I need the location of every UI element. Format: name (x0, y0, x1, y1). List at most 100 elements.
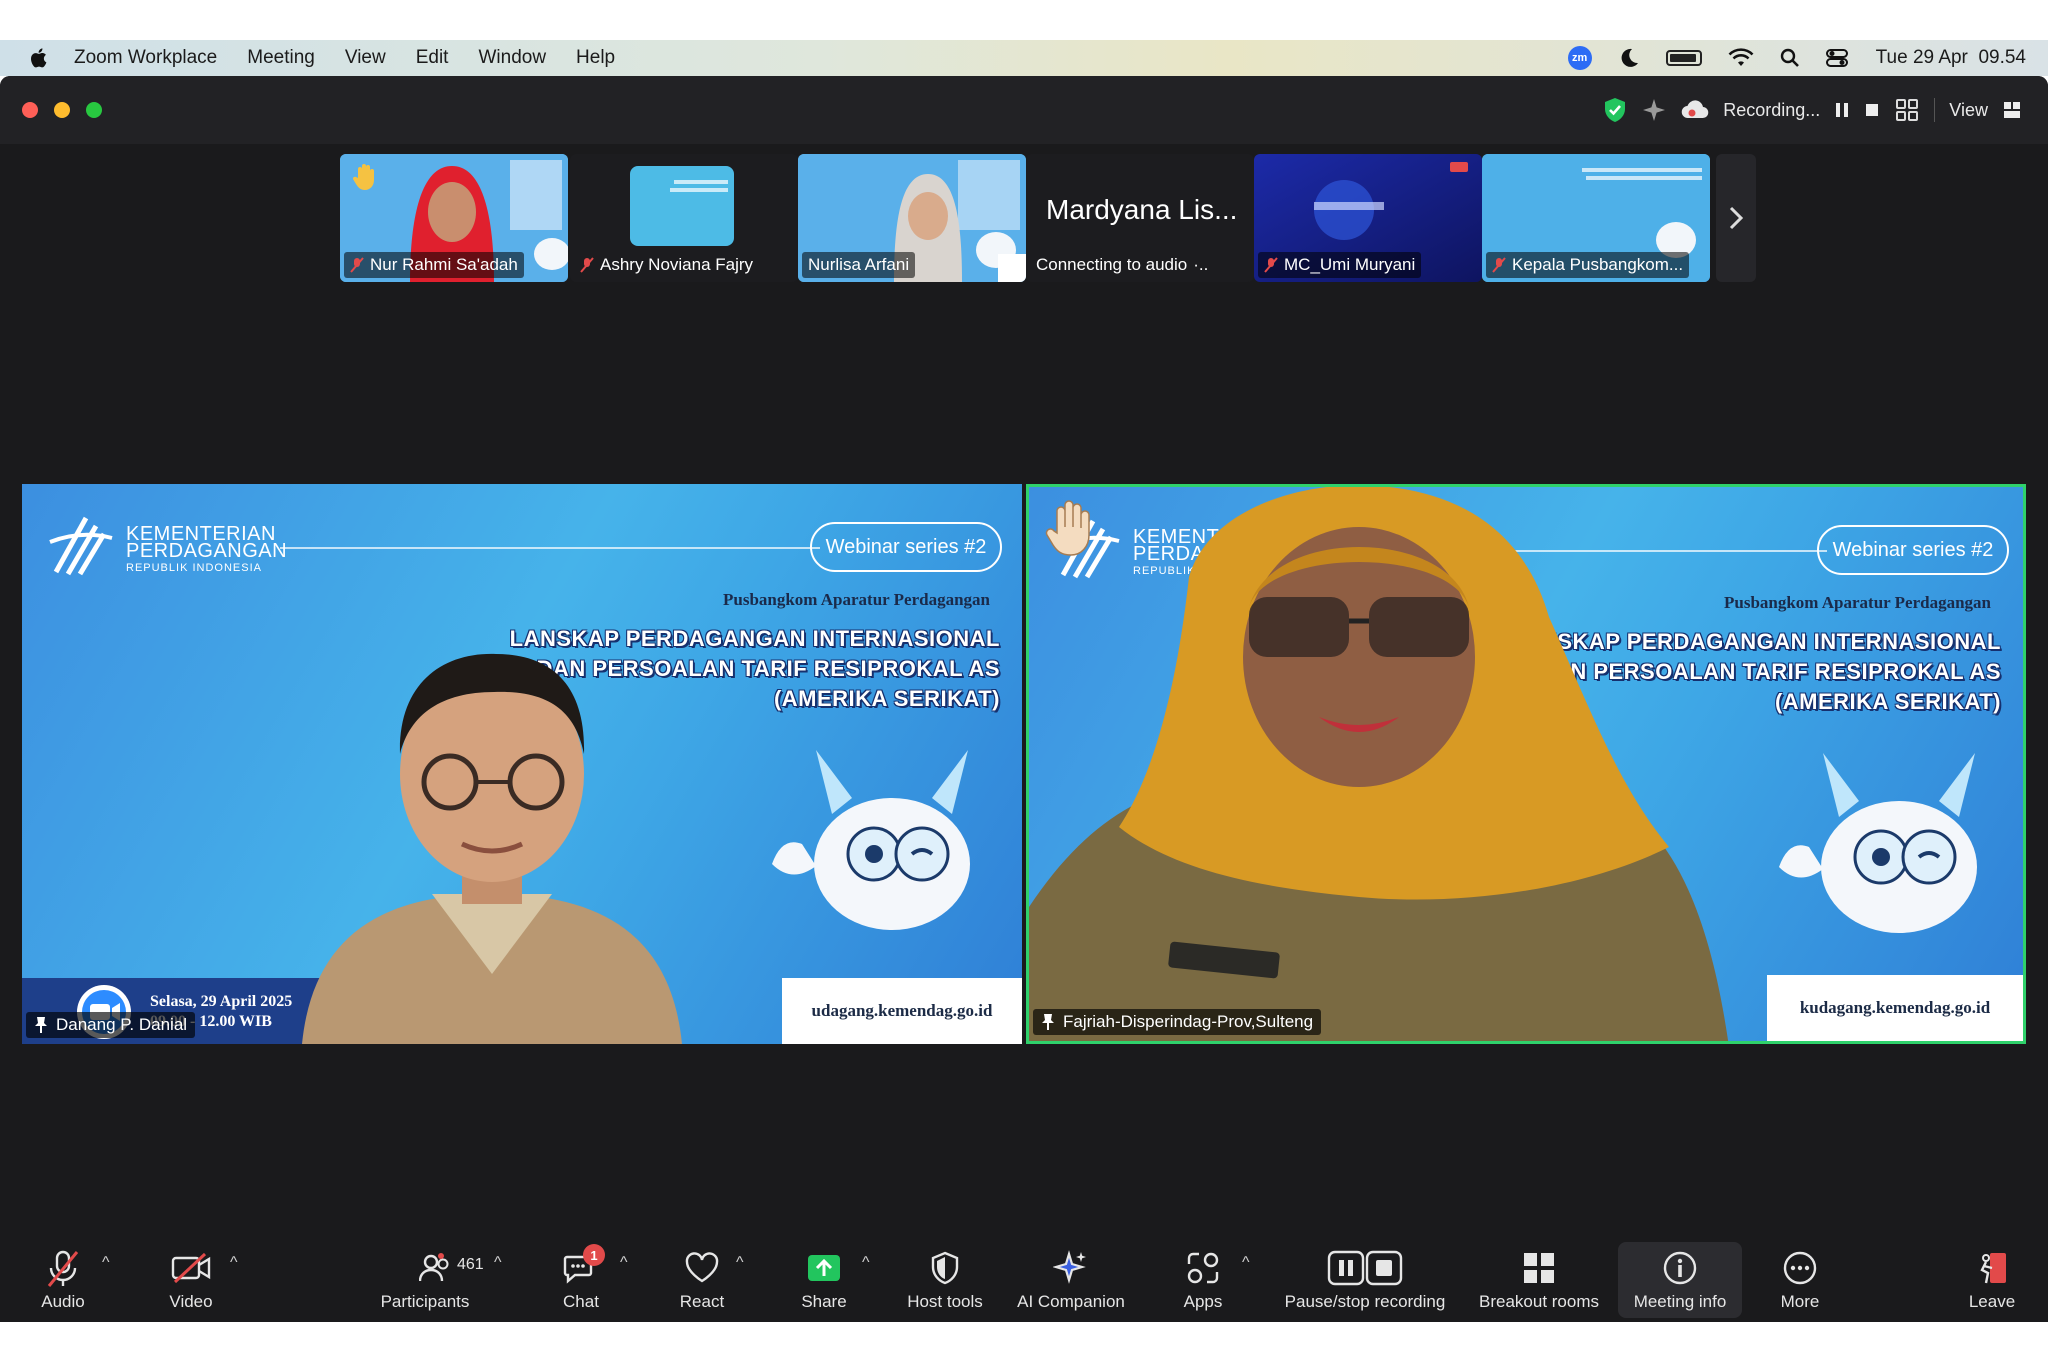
menu-meeting[interactable]: Meeting (247, 47, 315, 69)
recording-status-label: Recording... (1723, 99, 1821, 120)
organizer-label: Pusbangkom Aparatur Perdagangan (1723, 593, 1991, 612)
menu-window[interactable]: Window (478, 47, 546, 69)
chat-options-caret[interactable]: ^ (620, 1254, 628, 1272)
host-tools-button[interactable]: Host tools (900, 1242, 990, 1318)
organizer-label: Pusbangkom Aparatur Perdagangan (722, 590, 990, 609)
host-tools-label: Host tools (907, 1292, 983, 1311)
leave-label: Leave (1968, 1292, 2016, 1311)
muted-mic-icon (350, 257, 364, 273)
share-label: Share (801, 1292, 847, 1311)
meeting-info-button[interactable]: Meeting info (1618, 1242, 1742, 1318)
participant-status-tag: Connecting to audio ·.. (1030, 252, 1214, 278)
gallery-grid-icon[interactable] (1894, 97, 1920, 123)
participant-thumbnail[interactable]: Kepala Pusbangkom... (1482, 154, 1710, 282)
moon-icon[interactable] (1618, 47, 1640, 69)
apps-options-caret[interactable]: ^ (1242, 1254, 1250, 1272)
security-shield-icon[interactable] (1603, 97, 1627, 123)
participant-thumbnail[interactable]: MC_Umi Muryani (1254, 154, 1482, 282)
share-button[interactable]: Share (794, 1242, 854, 1318)
battery-icon[interactable] (1665, 50, 1702, 66)
host-shield-icon (931, 1251, 959, 1285)
close-window-button[interactable] (22, 102, 38, 118)
thumbnails-next-button[interactable] (1716, 154, 1756, 282)
pause-recording-icon[interactable] (1834, 101, 1850, 119)
audio-button[interactable]: Audio (30, 1242, 96, 1318)
menu-view[interactable]: View (345, 47, 386, 69)
meeting-controls-toolbar: Audio ^ Video ^ 461 Participants ^ 1 Cha… (0, 1236, 2048, 1322)
participant-name: Nurlisa Arfani (808, 255, 910, 274)
participant-name: Nur Rahmi Sa'adah (370, 255, 518, 274)
zoom-status-icon[interactable]: zm (1567, 46, 1592, 70)
waving-hand-reaction-icon (1045, 500, 1090, 556)
pause-stop-recording-label: Pause/stop recording (1284, 1292, 1446, 1311)
control-center-icon[interactable] (1825, 48, 1850, 68)
ai-sparkle-icon[interactable] (1641, 97, 1667, 123)
menu-edit[interactable]: Edit (416, 47, 449, 69)
screen: Zoom Workplace Meeting View Edit Window … (0, 0, 2048, 1365)
participant-thumbnail[interactable]: Ashry Noviana Fajry (570, 154, 798, 282)
chevron-right-icon (1729, 206, 1744, 230)
menubar-clock[interactable]: Tue 29 Apr 09.54 (1876, 47, 2026, 69)
stop-recording-icon[interactable] (1864, 102, 1880, 118)
titlebar-divider (1934, 98, 1936, 122)
video-tile-danang[interactable]: KEMENTERIAN PERDAGANGAN REPUBLIK INDONES… (22, 484, 1022, 1044)
zoom-meeting-window: Recording... View Nur Rahmi Sa'adah Ashr… (0, 76, 2048, 1322)
share-options-caret[interactable]: ^ (862, 1254, 870, 1272)
video-tile-name-tag: Danang P. Danial (26, 1012, 196, 1038)
video-options-caret[interactable]: ^ (230, 1254, 238, 1272)
more-button[interactable]: More (1770, 1242, 1830, 1318)
loading-dots-icon: ·.. (1193, 255, 1209, 274)
audio-options-caret[interactable]: ^ (102, 1254, 110, 1272)
video-tile-fajriah[interactable]: KEMENTERIAN PERDAGANGAN REPUBLIK INDONES… (1026, 484, 2026, 1044)
participant-name: Ashry Noviana Fajry (600, 255, 754, 274)
minimize-window-button[interactable] (54, 102, 70, 118)
participant-name: Danang P. Danial (56, 1015, 188, 1034)
apps-label: Apps (1183, 1292, 1223, 1311)
raised-hand-icon (352, 164, 374, 190)
apple-logo-icon[interactable] (24, 47, 52, 69)
participant-name-tag: Ashry Noviana Fajry (574, 252, 759, 278)
video-off-icon (171, 1252, 211, 1284)
zoom-window-button[interactable] (86, 102, 102, 118)
react-options-caret[interactable]: ^ (736, 1254, 744, 1272)
cloud-recording-icon (1681, 100, 1709, 119)
wifi-icon[interactable] (1728, 48, 1754, 68)
participant-name-large: Mardyana Lis... (1046, 194, 1238, 225)
chat-unread-badge: 1 (583, 1244, 605, 1266)
ai-companion-button[interactable]: AI Companion (1012, 1242, 1130, 1318)
spotlight-search-icon[interactable] (1780, 48, 1800, 68)
view-menu-button[interactable]: View (1949, 100, 1988, 121)
mascot-illustration (772, 750, 970, 930)
breakout-rooms-button[interactable]: Breakout rooms (1474, 1242, 1604, 1318)
video-tile-name-tag: Fajriah-Disperindag-Prov,Sulteng (1033, 1009, 1322, 1035)
menu-help[interactable]: Help (576, 47, 615, 69)
participant-name: Fajriah-Disperindag-Prov,Sulteng (1063, 1012, 1314, 1031)
react-button[interactable]: React (672, 1242, 732, 1318)
leave-meeting-button[interactable]: Leave (1962, 1242, 2022, 1318)
participant-video-person (302, 653, 682, 1044)
ai-companion-label: AI Companion (1017, 1292, 1125, 1311)
ai-companion-sparkle-icon (1053, 1250, 1086, 1284)
participant-thumbnail[interactable]: Nur Rahmi Sa'adah (340, 154, 568, 282)
share-screen-icon (808, 1255, 840, 1281)
participant-name-tag: Kepala Pusbangkom... (1486, 252, 1690, 278)
participants-options-caret[interactable]: ^ (494, 1254, 502, 1272)
muted-mic-icon (1264, 257, 1278, 273)
participants-button[interactable]: 461 Participants (372, 1242, 484, 1318)
muted-mic-icon (1492, 257, 1506, 273)
more-label: More (1780, 1292, 1820, 1311)
apps-button[interactable]: Apps (1176, 1242, 1230, 1318)
view-layout-icon[interactable] (2002, 100, 2022, 120)
titlebar-controls: Recording... View (1603, 94, 2022, 126)
participant-thumbnail[interactable]: Mardyana Lis... Connecting to audio ·.. (1026, 154, 1254, 282)
meeting-info-label: Meeting info (1633, 1292, 1727, 1311)
participant-thumbnail[interactable]: Nurlisa Arfani (798, 154, 1026, 282)
pause-stop-recording-button[interactable]: Pause/stop recording (1278, 1242, 1452, 1318)
menu-app-name[interactable]: Zoom Workplace (74, 47, 217, 69)
kemendag-logo-icon (49, 516, 113, 576)
chat-button[interactable]: 1 Chat (554, 1242, 608, 1318)
logo-line-3: REPUBLIK INDONESIA (126, 562, 262, 574)
breakout-rooms-label: Breakout rooms (1479, 1292, 1599, 1311)
participant-name-tag: Nur Rahmi Sa'adah (344, 252, 524, 278)
video-button[interactable]: Video (158, 1242, 224, 1318)
